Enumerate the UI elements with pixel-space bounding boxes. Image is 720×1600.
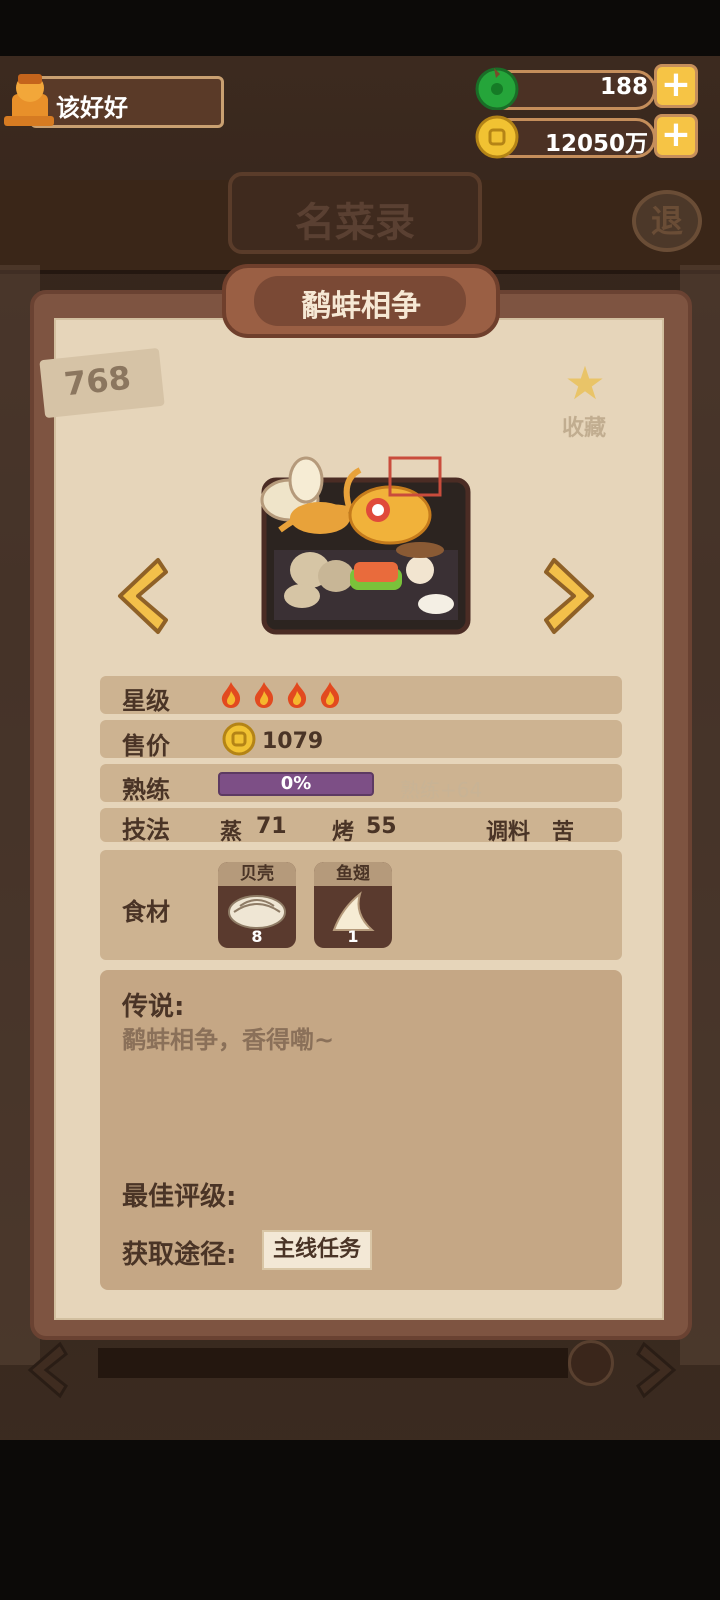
technique-label: 技法 bbox=[122, 816, 170, 844]
player-name: 该好好 bbox=[56, 94, 128, 122]
ingredient-name: 鱼翅 bbox=[314, 862, 392, 886]
next-dish-arrow-icon[interactable] bbox=[544, 554, 604, 638]
favorite-star-icon[interactable]: ★ bbox=[560, 358, 610, 408]
coin-amount: 12050万 bbox=[544, 131, 648, 157]
mastery-progress-text: 0% bbox=[280, 773, 312, 794]
source-main-quest-chip[interactable]: 主线任务 bbox=[262, 1230, 372, 1270]
star-level-row bbox=[100, 676, 622, 714]
seasoning-label: 调料 bbox=[486, 820, 531, 845]
technique-row bbox=[100, 808, 622, 842]
bottom-scroll-bar bbox=[98, 1348, 568, 1378]
bottom-knot-icon bbox=[568, 1340, 614, 1386]
mastery-label: 熟练 bbox=[122, 776, 170, 804]
exit-button[interactable]: 退 bbox=[632, 190, 702, 252]
jade-icon bbox=[475, 67, 519, 110]
technique-2-name: 烤 bbox=[332, 820, 355, 845]
legend-title: 传说: bbox=[122, 992, 185, 1022]
coin-icon bbox=[222, 722, 256, 756]
add-jade-button[interactable]: + bbox=[654, 64, 698, 108]
ingredients-label: 食材 bbox=[122, 898, 170, 926]
add-coins-button[interactable]: + bbox=[654, 114, 698, 158]
player-avatar-icon[interactable] bbox=[4, 68, 58, 130]
coin-icon bbox=[475, 115, 519, 159]
star-level-label: 星级 bbox=[122, 687, 170, 715]
flame-icon bbox=[320, 682, 340, 708]
flame-icon bbox=[254, 682, 274, 708]
dish-image bbox=[260, 456, 471, 635]
flame-icon bbox=[287, 682, 307, 708]
best-rating-label: 最佳评级: bbox=[122, 1182, 237, 1212]
bottom-right-arrow-icon bbox=[636, 1341, 677, 1399]
technique-1-name: 蒸 bbox=[220, 820, 243, 845]
ingredient-card-shark-fin[interactable]: 鱼翅 1 bbox=[314, 862, 392, 948]
menu-title: 名菜录 bbox=[295, 200, 415, 246]
ingredient-count: 1 bbox=[347, 927, 359, 946]
dish-number: 768 bbox=[62, 358, 133, 404]
mastery-ghost-text: 熟练+64 bbox=[400, 778, 483, 802]
legend-text: 鹬蚌相争，香得嘞~ bbox=[122, 1026, 335, 1054]
technique-2-value: 55 bbox=[366, 814, 397, 839]
price-value: 1079 bbox=[262, 729, 324, 754]
jade-amount: 188 bbox=[599, 74, 648, 100]
previous-dish-arrow-icon[interactable] bbox=[108, 554, 168, 638]
price-label: 售价 bbox=[122, 732, 170, 760]
star-flames bbox=[220, 681, 352, 711]
bottom-dark-area bbox=[0, 1440, 720, 1600]
favorite-label[interactable]: 收藏 bbox=[554, 410, 614, 442]
source-label: 获取途径: bbox=[122, 1240, 237, 1270]
dish-title: 鹬蚌相争 bbox=[301, 289, 421, 324]
technique-1-value: 71 bbox=[256, 814, 287, 839]
seasoning-value: 苦 bbox=[552, 820, 575, 845]
ingredient-name: 贝壳 bbox=[218, 862, 296, 886]
ingredient-count: 8 bbox=[251, 927, 263, 946]
price-row bbox=[100, 720, 622, 758]
flame-icon bbox=[221, 682, 241, 708]
bottom-left-arrow-icon bbox=[27, 1341, 68, 1399]
shell-icon bbox=[228, 895, 286, 929]
status-bar-area bbox=[0, 0, 720, 56]
ingredient-card-shell[interactable]: 贝壳 8 bbox=[218, 862, 296, 948]
